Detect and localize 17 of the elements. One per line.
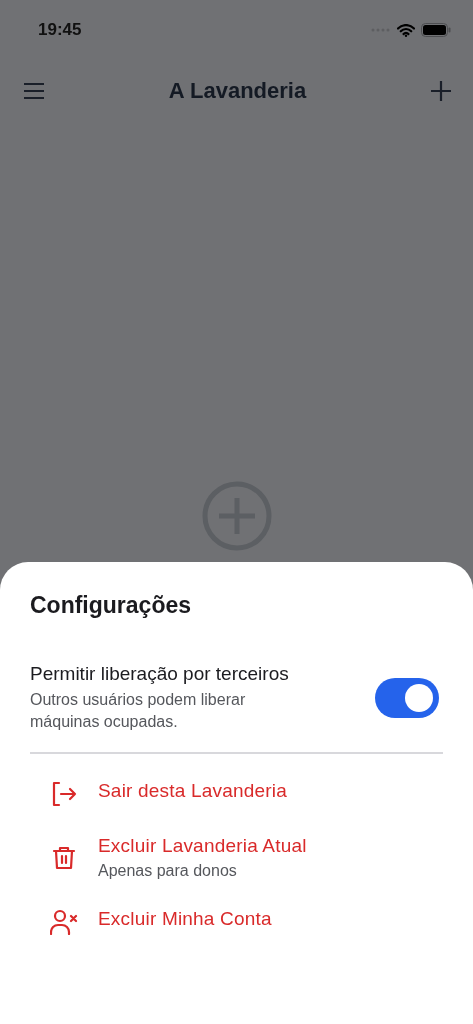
menu-button[interactable] <box>22 81 46 101</box>
add-button[interactable] <box>429 79 453 103</box>
trash-icon <box>51 844 77 871</box>
action-link[interactable]: Excluir Lavanderia Atual <box>98 834 307 857</box>
action-subtitle: Apenas para donos <box>98 861 238 880</box>
clock-time: 19:45 <box>38 20 82 40</box>
setting-description: Outros usuários podem liberar máquinas ocupadas. <box>30 690 247 733</box>
action-link[interactable]: Excluir Minha Conta <box>98 907 272 930</box>
exit-icon <box>51 780 77 807</box>
action-link[interactable]: Sair desta Lavanderia <box>98 779 288 802</box>
sheet-title: Configurações <box>30 592 193 619</box>
remove-user-icon <box>50 908 78 935</box>
setting-label: Permitir liberação por terceiros <box>30 663 290 685</box>
page-title: A Lavanderia <box>168 78 307 104</box>
battery-icon <box>421 23 451 37</box>
toggle-switch[interactable] <box>375 678 439 719</box>
wifi-icon <box>397 23 415 37</box>
